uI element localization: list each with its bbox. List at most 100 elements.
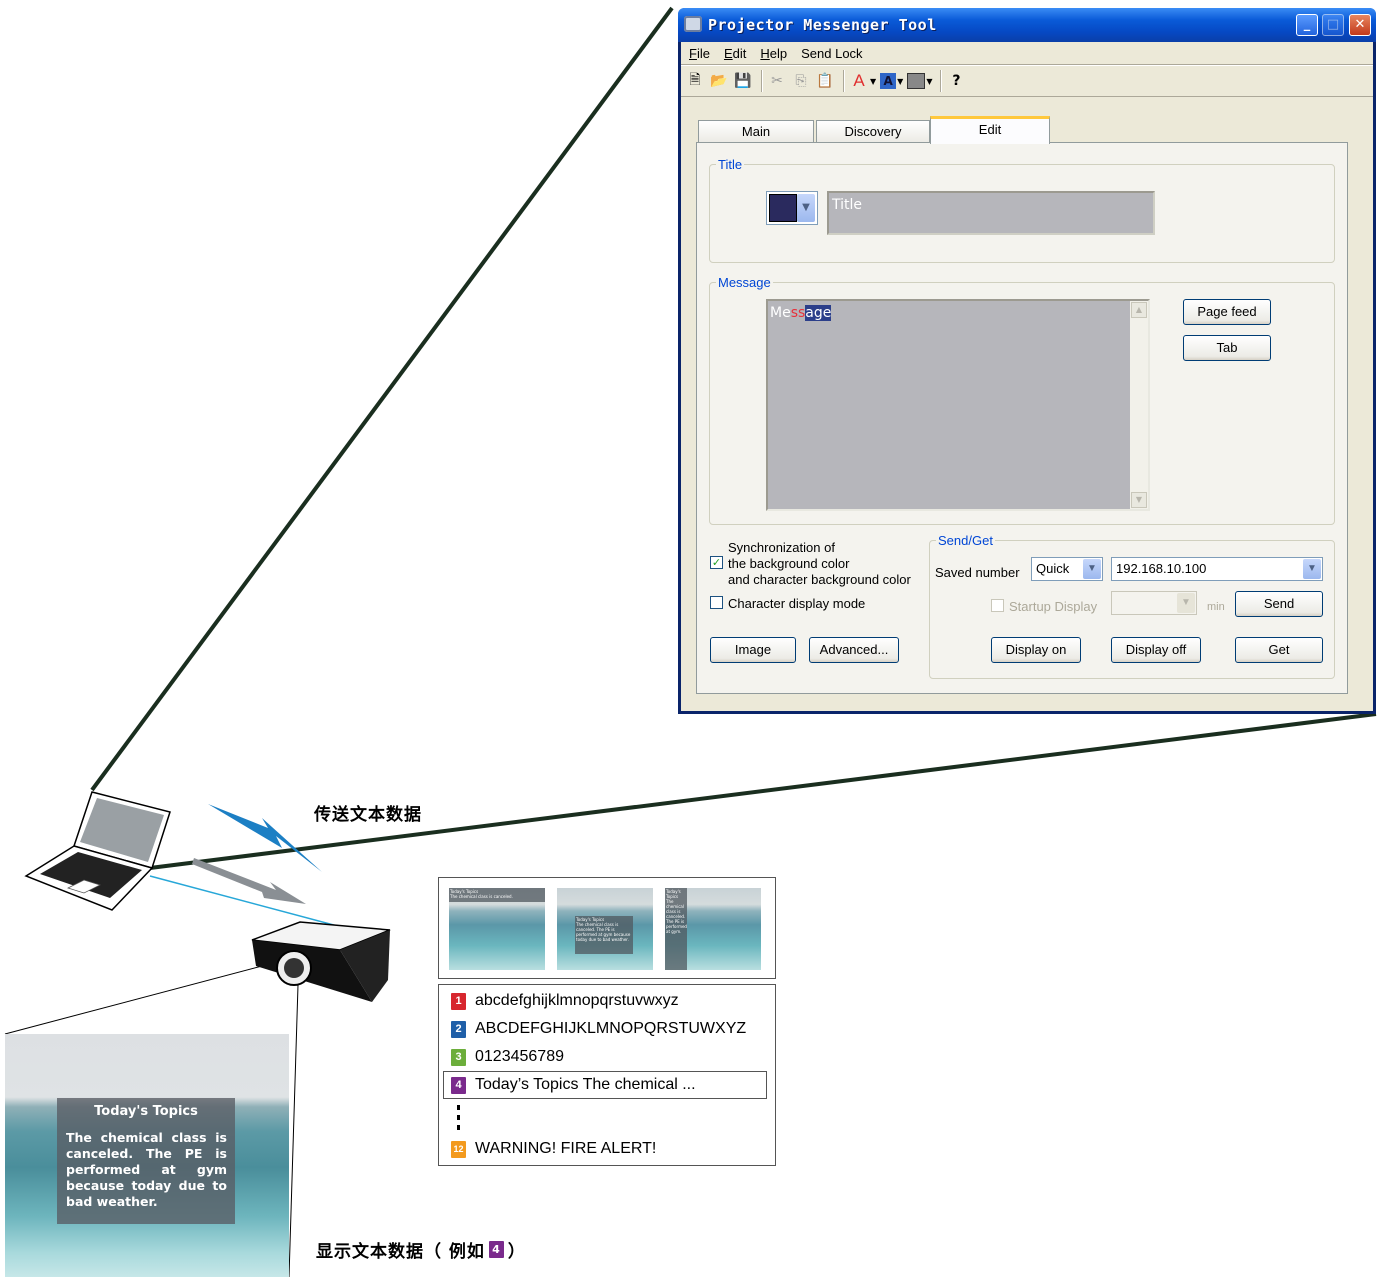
save-icon[interactable]: 💾 bbox=[733, 71, 753, 91]
projected-screen-photo: Today's Topics The chemical class is can… bbox=[5, 1034, 289, 1277]
close-button[interactable]: ✕ bbox=[1349, 14, 1371, 36]
help-icon[interactable]: ? bbox=[946, 71, 966, 91]
thumb-text: The chemical class is canceled. The PE i… bbox=[576, 922, 631, 942]
laptop-icon bbox=[24, 791, 171, 911]
cut-icon[interactable]: ✂ bbox=[767, 71, 787, 91]
list-item[interactable]: 12 WARNING! FIRE ALERT! bbox=[451, 1139, 656, 1159]
list-item[interactable]: 3 0123456789 bbox=[451, 1047, 564, 1067]
scroll-up-icon[interactable]: ▲ bbox=[1131, 302, 1147, 318]
title-input[interactable]: Title bbox=[827, 191, 1155, 235]
message-scrollbar[interactable]: ▲ ▼ bbox=[1130, 301, 1148, 509]
display-on-button[interactable]: Display on bbox=[991, 637, 1081, 663]
page-feed-button[interactable]: Page feed bbox=[1183, 299, 1271, 325]
scroll-down-icon[interactable]: ▼ bbox=[1131, 492, 1147, 508]
list-item-text: ABCDEFGHIJKLMNOPQRSTUWXYZ bbox=[475, 1020, 747, 1037]
startup-display-checkbox[interactable] bbox=[991, 599, 1004, 612]
ip-address-select[interactable]: 192.168.10.100 ▼ bbox=[1111, 557, 1323, 581]
advanced-button[interactable]: Advanced... bbox=[809, 637, 899, 663]
startup-minutes-select[interactable]: ▼ bbox=[1111, 591, 1197, 615]
list-item[interactable]: 2 ABCDEFGHIJKLMNOPQRSTUWXYZ bbox=[451, 1019, 746, 1039]
menu-edit[interactable]: Edit bbox=[724, 46, 746, 61]
font-color-dropdown-icon[interactable]: ▼ bbox=[870, 77, 876, 86]
background-dropdown-icon[interactable]: ▼ bbox=[926, 77, 932, 86]
startup-display-label: Startup Display bbox=[1009, 599, 1098, 614]
open-icon[interactable]: 📂 bbox=[709, 71, 729, 91]
tab-main[interactable]: Main bbox=[698, 120, 814, 142]
list-number-icon: 12 bbox=[451, 1140, 466, 1158]
sync-checkbox[interactable]: ✓ bbox=[710, 556, 723, 569]
list-item-text: 0123456789 bbox=[475, 1048, 564, 1065]
saved-number-select[interactable]: Quick ▼ bbox=[1031, 557, 1103, 581]
tab-edit[interactable]: Edit bbox=[930, 116, 1050, 144]
get-button[interactable]: Get bbox=[1235, 637, 1323, 663]
background-color-icon[interactable] bbox=[907, 73, 926, 89]
title-color-swatch bbox=[769, 194, 797, 222]
char-display-checkbox[interactable] bbox=[710, 596, 723, 609]
thumb-text: The chemical class is canceled. The PE i… bbox=[666, 899, 687, 934]
list-number-icon: 3 bbox=[451, 1048, 466, 1066]
send-text-caption: 传送文本数据 bbox=[314, 805, 422, 825]
ip-address-value: 192.168.10.100 bbox=[1116, 561, 1207, 576]
maximize-button[interactable]: □ bbox=[1322, 14, 1344, 36]
wireless-icon bbox=[208, 804, 322, 872]
thumb-title: Today's Topics bbox=[666, 889, 681, 899]
title-bar[interactable]: Projector Messenger Tool _ □ ✕ bbox=[678, 8, 1376, 42]
thumbnail-top-bar: Today's Topics The chemical class is canc… bbox=[449, 888, 545, 970]
list-number-icon: 2 bbox=[451, 1020, 466, 1038]
char-display-label: Character display mode bbox=[728, 596, 866, 611]
image-button[interactable]: Image bbox=[710, 637, 796, 663]
saved-number-label: Saved number bbox=[935, 565, 1020, 580]
window-title: Projector Messenger Tool bbox=[708, 16, 937, 34]
new-icon[interactable]: 🗎 bbox=[685, 71, 705, 91]
tab-button[interactable]: Tab bbox=[1183, 335, 1271, 361]
chevron-down-icon[interactable]: ▼ bbox=[1303, 559, 1321, 579]
copy-icon[interactable]: ⎘ bbox=[791, 71, 811, 91]
overlay-body: The chemical class is canceled. The PE i… bbox=[66, 1130, 227, 1209]
highlight-color-icon[interactable]: A bbox=[880, 73, 897, 89]
chevron-down-icon[interactable]: ▼ bbox=[1177, 593, 1195, 613]
list-item[interactable]: 4 Today’s Topics The chemical ... bbox=[451, 1075, 696, 1095]
menu-bar: File Edit Help Send Lock bbox=[681, 42, 1373, 64]
ellipsis-icon bbox=[457, 1125, 460, 1130]
menu-send-lock[interactable]: Send Lock bbox=[801, 46, 862, 61]
font-color-icon[interactable]: A bbox=[849, 71, 869, 91]
display-caption-number-icon: 4 bbox=[488, 1241, 504, 1258]
thumbnail-center-box: Today's Topics The chemical class is canc… bbox=[557, 888, 653, 970]
list-item-text: abcdefghijklmnopqrstuvwxyz bbox=[475, 992, 679, 1009]
toolbar: 🗎 📂 💾 ✂ ⎘ 📋 A ▼ A ▼ ▼ ? bbox=[681, 66, 1373, 96]
send-button[interactable]: Send bbox=[1235, 591, 1323, 617]
display-off-button[interactable]: Display off bbox=[1111, 637, 1201, 663]
title-color-picker[interactable]: ▼ bbox=[766, 191, 818, 225]
display-text-caption: 显示文本数据（ 例如 4 ） bbox=[316, 1237, 526, 1262]
list-number-icon: 4 bbox=[451, 1076, 466, 1094]
overlay-title: Today's Topics bbox=[94, 1104, 198, 1119]
minimize-button[interactable]: _ bbox=[1296, 14, 1318, 36]
menu-file[interactable]: File bbox=[689, 46, 710, 61]
window-client: File Edit Help Send Lock 🗎 📂 💾 ✂ ⎘ 📋 A ▼ … bbox=[681, 42, 1373, 711]
thumbnail-side-bar: Today's Topics The chemical class is canc… bbox=[665, 888, 761, 970]
message-text: Message bbox=[770, 305, 832, 321]
tab-discovery[interactable]: Discovery bbox=[816, 120, 930, 142]
highlight-dropdown-icon[interactable]: ▼ bbox=[897, 77, 903, 86]
display-caption-prefix: 显示文本数据（ 例如 bbox=[316, 1242, 485, 1262]
message-textarea[interactable]: Message ▲ ▼ bbox=[766, 299, 1150, 511]
chevron-down-icon[interactable]: ▼ bbox=[1083, 559, 1101, 579]
list-item[interactable]: 1 abcdefghijklmnopqrstuvwxyz bbox=[451, 991, 679, 1011]
sync-label-line3: and character background color bbox=[728, 572, 911, 587]
chevron-down-icon[interactable]: ▼ bbox=[797, 194, 815, 222]
min-label: min bbox=[1207, 601, 1225, 613]
send-arrow-icon bbox=[192, 858, 306, 904]
list-item-text: Today’s Topics The chemical ... bbox=[475, 1076, 696, 1093]
message-overlay: Today's Topics The chemical class is can… bbox=[57, 1098, 235, 1224]
title-group-legend: Title bbox=[718, 157, 743, 172]
display-caption-suffix: ） bbox=[507, 1242, 526, 1262]
sync-label-line1: Synchronization of bbox=[728, 540, 835, 555]
ellipsis-icon bbox=[457, 1115, 460, 1120]
app-icon bbox=[684, 16, 702, 32]
layout-thumbnails: Today's Topics The chemical class is canc… bbox=[438, 877, 776, 979]
paste-icon[interactable]: 📋 bbox=[815, 71, 835, 91]
messenger-window: Projector Messenger Tool _ □ ✕ File Edit… bbox=[678, 8, 1376, 714]
sync-label-line2: the background color bbox=[728, 556, 850, 571]
list-item-text: WARNING! FIRE ALERT! bbox=[475, 1140, 657, 1157]
menu-help[interactable]: Help bbox=[760, 46, 787, 61]
